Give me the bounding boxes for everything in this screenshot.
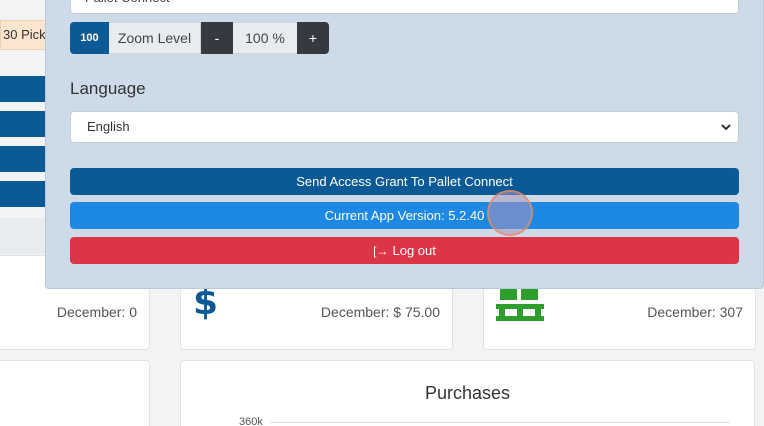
zoom-control: 100 Zoom Level - 100 % + <box>70 22 329 54</box>
zoom-level-label: Zoom Level <box>109 22 201 54</box>
logout-button[interactable]: [→ Log out <box>70 237 739 264</box>
cursor-indicator <box>487 190 533 236</box>
sidebar-gray-block <box>0 218 48 254</box>
bottom-card-left <box>0 360 150 426</box>
zoom-in-button[interactable]: + <box>297 22 329 54</box>
language-select[interactable]: English <box>70 111 739 143</box>
send-access-grant-label: Send Access Grant To Pallet Connect <box>296 174 513 189</box>
chart-gridline <box>270 422 730 423</box>
app-name-field[interactable]: Pallet Connect <box>70 0 739 14</box>
stats-card-pallets-value: December: 307 <box>647 304 743 320</box>
sidebar-bar[interactable] <box>0 76 48 102</box>
zoom-value: 100 % <box>233 22 297 54</box>
sidebar-bar[interactable] <box>0 181 48 207</box>
zoom-out-button[interactable]: - <box>201 22 233 54</box>
logout-icon: [→ <box>373 243 389 258</box>
send-access-grant-button[interactable]: Send Access Grant To Pallet Connect <box>70 168 739 195</box>
sidebar-bar[interactable] <box>0 146 48 172</box>
stats-card-left-value: December: 0 <box>56 304 137 320</box>
pallet-icon <box>496 288 544 321</box>
chevron-down-icon <box>721 124 731 131</box>
purchases-chart-title: Purchases <box>424 383 511 403</box>
app-version-label: Current App Version: 5.2.40 <box>324 208 485 223</box>
chart-y-tick: 360k <box>239 416 263 426</box>
app-version-button[interactable]: Current App Version: 5.2.40 <box>70 202 739 229</box>
stats-card-revenue-value: December: $ 75.00 <box>320 304 440 320</box>
logout-label: Log out <box>392 243 436 258</box>
language-label: Language <box>70 79 146 98</box>
zoom-100-icon: 100 <box>70 22 109 54</box>
sidebar-bar[interactable] <box>0 111 48 137</box>
language-selected-value: English <box>87 119 130 134</box>
